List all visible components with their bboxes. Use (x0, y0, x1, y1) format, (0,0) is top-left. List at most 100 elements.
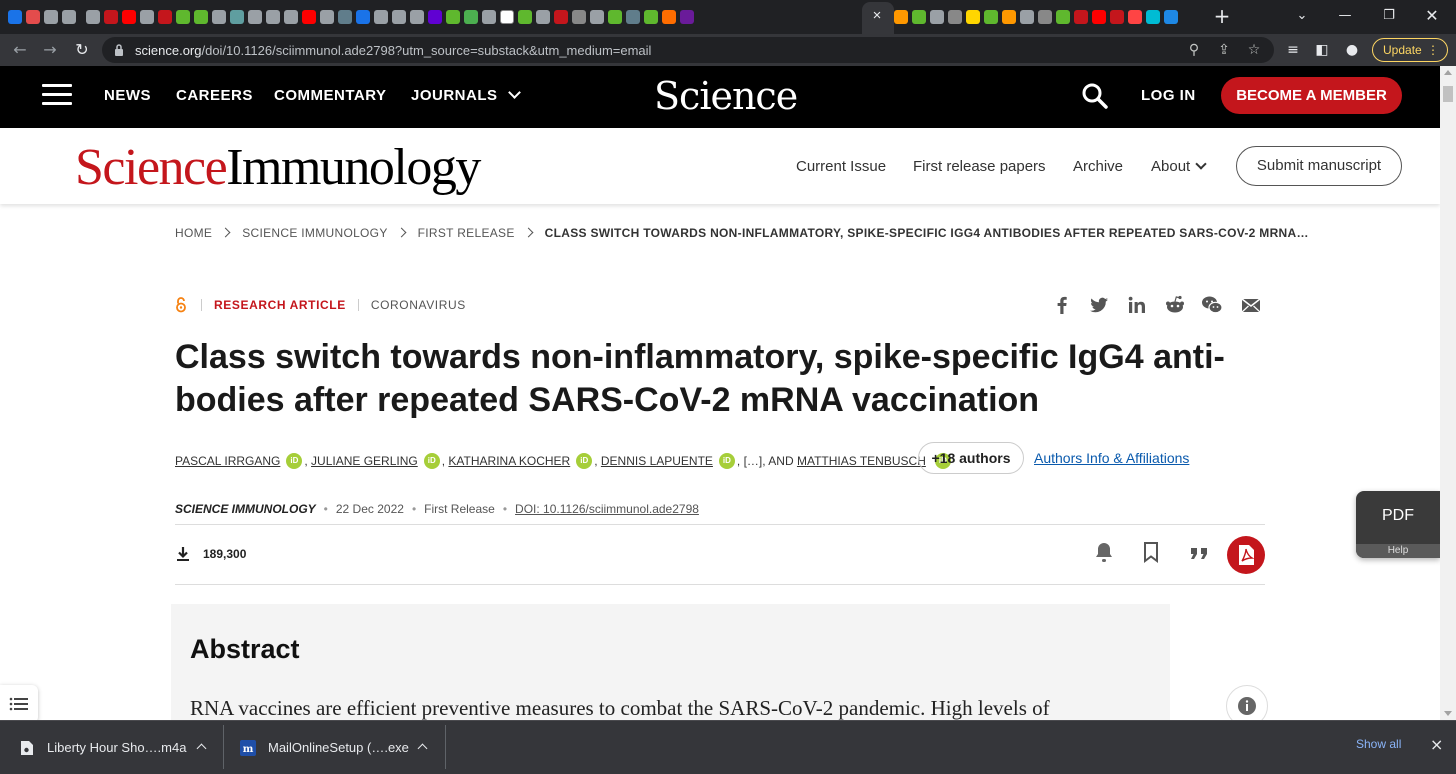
more-authors-button[interactable]: +18 authors (918, 442, 1024, 474)
reading-list-icon[interactable]: ≡ (1283, 40, 1303, 60)
orcid-icon[interactable]: iD (718, 453, 735, 469)
journal-link-current-issue[interactable]: Current Issue (796, 158, 886, 175)
back-icon[interactable]: ← (8, 38, 32, 62)
author-link[interactable]: PASCAL IRRGANG (175, 454, 280, 468)
tab-favicon-icon[interactable] (320, 10, 334, 24)
profile-icon[interactable]: ● (1342, 40, 1362, 60)
science-immunology-logo[interactable]: ScienceImmunology (75, 138, 481, 197)
tab-favicon-icon[interactable] (8, 10, 22, 24)
authors-ellipsis[interactable]: […], AND (744, 454, 794, 468)
tab-favicon-icon[interactable] (1056, 10, 1070, 24)
tab-favicon-icon[interactable] (356, 10, 370, 24)
tab-favicon-icon[interactable] (984, 10, 998, 24)
tab-favicon-icon[interactable] (894, 10, 908, 24)
tab-favicon-icon[interactable] (230, 10, 244, 24)
tab-favicon-icon[interactable] (930, 10, 944, 24)
tab-favicon-icon[interactable] (428, 10, 442, 24)
tab-favicon-icon[interactable] (680, 10, 694, 24)
twitter-icon[interactable] (1088, 294, 1110, 316)
email-icon[interactable] (1240, 294, 1262, 316)
tab-favicon-icon[interactable] (590, 10, 604, 24)
author-link[interactable]: KATHARINA KOCHER (448, 454, 570, 468)
share-icon[interactable]: ⇪ (1214, 40, 1234, 60)
tab-favicon-icon[interactable] (194, 10, 208, 24)
breadcrumb-journal[interactable]: SCIENCE IMMUNOLOGY (242, 226, 387, 240)
tab-favicon-icon[interactable] (1164, 10, 1178, 24)
breadcrumb-first-release[interactable]: FIRST RELEASE (418, 226, 515, 240)
tab-favicon-icon[interactable] (248, 10, 262, 24)
breadcrumb-home[interactable]: HOME (175, 226, 212, 240)
tab-favicon-icon[interactable] (1092, 10, 1106, 24)
nav-commentary[interactable]: COMMENTARY (274, 87, 387, 104)
orcid-icon[interactable]: iD (286, 453, 303, 469)
page-scrollbar[interactable] (1440, 66, 1456, 720)
tab-favicon-icon[interactable] (86, 10, 100, 24)
tab-favicon-icon[interactable] (122, 10, 136, 24)
minimize-icon[interactable]: — (1333, 4, 1357, 28)
download-item[interactable]: Liberty Hour Sho….m4a (20, 721, 186, 774)
journal-link-about[interactable]: About (1151, 158, 1207, 175)
tab-favicon-icon[interactable] (410, 10, 424, 24)
side-panel-icon[interactable]: ◧ (1312, 40, 1332, 60)
tab-favicon-icon[interactable] (266, 10, 280, 24)
tab-favicon-icon[interactable] (1128, 10, 1142, 24)
tab-favicon-icon[interactable] (104, 10, 118, 24)
tab-favicon-icon[interactable] (912, 10, 926, 24)
tab-favicon-icon[interactable] (338, 10, 352, 24)
nav-news[interactable]: NEWS (104, 87, 151, 104)
tab-favicon-icon[interactable] (482, 10, 496, 24)
author-link[interactable]: MATTHIAS TENBUSCH (797, 454, 926, 468)
maximize-icon[interactable]: ❐ (1377, 4, 1401, 28)
article-topic-link[interactable]: CORONAVIRUS (371, 298, 466, 312)
facebook-icon[interactable] (1051, 294, 1073, 316)
linkedin-icon[interactable] (1126, 294, 1148, 316)
download-options-icon[interactable] (417, 743, 428, 754)
download-options-icon[interactable] (196, 743, 207, 754)
reload-icon[interactable]: ↻ (70, 38, 94, 62)
author-link[interactable]: DENNIS LAPUENTE (601, 454, 713, 468)
tab-favicon-icon[interactable] (212, 10, 226, 24)
tab-favicon-icon[interactable] (26, 10, 40, 24)
info-button[interactable] (1226, 685, 1268, 720)
tab-favicon-icon[interactable] (1020, 10, 1034, 24)
pdf-widget[interactable]: PDF Help (1356, 491, 1440, 558)
tab-favicon-icon[interactable] (500, 10, 514, 24)
tab-favicon-icon[interactable] (140, 10, 154, 24)
tab-favicon-icon[interactable] (1110, 10, 1124, 24)
tab-favicon-icon[interactable] (176, 10, 190, 24)
tab-favicon-icon[interactable] (284, 10, 298, 24)
tab-favicon-icon[interactable] (608, 10, 622, 24)
tab-search-icon[interactable]: ⌄ (1290, 4, 1314, 28)
reddit-icon[interactable] (1164, 294, 1186, 316)
tab-favicon-icon[interactable] (62, 10, 76, 24)
tab-favicon-icon[interactable] (644, 10, 658, 24)
pdf-download-button[interactable] (1227, 536, 1265, 574)
help-link[interactable]: Help (1356, 544, 1440, 558)
tab-favicon-icon[interactable] (948, 10, 962, 24)
nav-careers[interactable]: CAREERS (176, 87, 253, 104)
tab-favicon-icon[interactable] (966, 10, 980, 24)
zoom-icon[interactable]: ⚲ (1184, 40, 1204, 60)
tab-favicon-icon[interactable] (446, 10, 460, 24)
tab-favicon-icon[interactable] (392, 10, 406, 24)
tab-favicon-icon[interactable] (1074, 10, 1088, 24)
download-item[interactable]: m MailOnlineSetup (….exe (240, 721, 409, 774)
bookmark-icon[interactable] (1139, 540, 1163, 564)
search-icon[interactable] (1082, 83, 1108, 109)
become-member-button[interactable]: BECOME A MEMBER (1221, 77, 1402, 114)
tab-favicon-icon[interactable] (1002, 10, 1016, 24)
journal-link-archive[interactable]: Archive (1073, 158, 1123, 175)
tab-close-icon[interactable]: × (868, 6, 886, 26)
nav-journals[interactable]: JOURNALS (411, 86, 521, 104)
tab-favicon-icon[interactable] (1038, 10, 1052, 24)
orcid-icon[interactable]: iD (576, 453, 593, 469)
forward-icon[interactable]: → (38, 38, 62, 62)
tab-favicon-icon[interactable] (44, 10, 58, 24)
wechat-icon[interactable] (1201, 294, 1223, 316)
update-button[interactable]: Update ⋮ (1372, 38, 1448, 62)
bookmark-star-icon[interactable]: ☆ (1244, 40, 1264, 60)
tab-favicon-icon[interactable] (374, 10, 388, 24)
window-close-icon[interactable]: ✕ (1420, 4, 1444, 28)
tab-favicon-icon[interactable] (626, 10, 640, 24)
address-bar[interactable]: science.org/doi/10.1126/sciimmunol.ade27… (102, 37, 1274, 63)
